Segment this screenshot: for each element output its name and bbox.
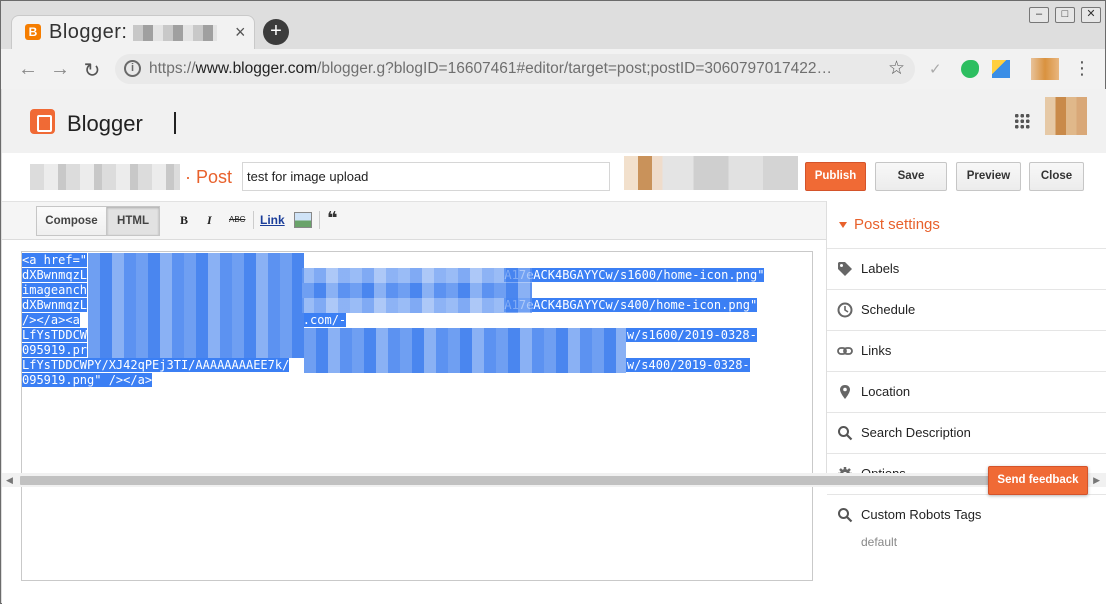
browser-tab[interactable]: B Blogger: × bbox=[11, 15, 255, 49]
text-caret bbox=[174, 112, 176, 134]
setting-label: Custom Robots Tags bbox=[861, 507, 982, 522]
maximize-button[interactable]: □ bbox=[1055, 7, 1075, 23]
code-line-tail: YCw/s1600/2019-0328- bbox=[612, 328, 757, 342]
app-name: Blogger bbox=[67, 111, 143, 136]
bold-button[interactable]: B bbox=[180, 213, 188, 228]
code-line: 095919.png" /></a> bbox=[22, 373, 153, 387]
close-button[interactable]: Close bbox=[1029, 162, 1084, 191]
compose-mode-button[interactable]: Compose bbox=[36, 206, 107, 236]
horizontal-scrollbar[interactable]: ◀ ▶ bbox=[2, 473, 1106, 487]
code-line: LfYsTDDCWPY/XJ42qPEj3TI/AAAAAAAAEE7k/ bbox=[22, 358, 290, 372]
reload-icon[interactable]: ↻ bbox=[81, 58, 103, 83]
robots-tags-value: default bbox=[861, 535, 898, 549]
setting-links[interactable]: Links bbox=[827, 331, 1106, 372]
setting-schedule[interactable]: Schedule bbox=[827, 290, 1106, 331]
forward-arrow-icon[interactable]: → bbox=[49, 58, 71, 81]
map-pin-icon bbox=[837, 384, 853, 400]
search-icon bbox=[837, 425, 853, 441]
link-button[interactable]: Link bbox=[260, 213, 285, 227]
setting-labels[interactable]: Labels bbox=[827, 249, 1106, 290]
publish-button[interactable]: Publish bbox=[805, 162, 866, 191]
link-icon bbox=[837, 343, 853, 359]
send-feedback-button[interactable]: Send feedback bbox=[988, 466, 1088, 495]
browser-toolbar: ← → ↻ i https://www.blogger.com/blogger.… bbox=[1, 49, 1105, 89]
browser-window: B Blogger: × + – □ ✕ ← → ↻ i https://www… bbox=[0, 0, 1106, 604]
new-tab-button[interactable]: + bbox=[263, 19, 289, 45]
setting-custom-robots-tags[interactable]: Custom Robots Tags bbox=[827, 495, 1106, 536]
clock-icon bbox=[837, 302, 853, 318]
bookmark-star-icon[interactable]: ☆ bbox=[888, 57, 905, 80]
address-bar[interactable]: i https://www.blogger.com/blogger.g?blog… bbox=[115, 54, 915, 84]
quote-icon[interactable]: ❝ bbox=[327, 208, 338, 229]
setting-location[interactable]: Location bbox=[827, 372, 1106, 413]
editor-toolbar: Compose HTML B I ABC Link ❝ bbox=[2, 202, 826, 240]
insert-image-icon[interactable] bbox=[294, 212, 312, 228]
preview-button[interactable]: Preview bbox=[956, 162, 1021, 191]
author-redacted bbox=[624, 156, 798, 190]
italic-button[interactable]: I bbox=[207, 213, 212, 228]
save-button[interactable]: Save bbox=[875, 162, 947, 191]
blogger-logo-icon[interactable] bbox=[30, 109, 55, 134]
post-label: · Post bbox=[185, 167, 233, 187]
account-avatar[interactable] bbox=[1045, 97, 1087, 135]
setting-search-description[interactable]: Search Description bbox=[827, 413, 1106, 454]
scrollbar-thumb[interactable] bbox=[20, 476, 1086, 485]
blogger-header: Blogger bbox=[2, 89, 1106, 153]
setting-label: Labels bbox=[861, 261, 900, 276]
html-mode-button[interactable]: HTML bbox=[106, 206, 160, 236]
setting-label: Schedule bbox=[861, 302, 916, 317]
back-arrow-icon[interactable]: ← bbox=[17, 58, 39, 81]
post-bar: · Post Publish Save Preview Close bbox=[2, 153, 1106, 201]
extension-check-icon[interactable]: ✓ bbox=[929, 60, 947, 78]
tab-close-icon[interactable]: × bbox=[235, 22, 246, 43]
post-settings-sidebar: Post settings Labels Schedule Links Locatio… bbox=[826, 201, 1106, 549]
browser-menu-icon[interactable]: ⋮ bbox=[1071, 58, 1093, 79]
profile-avatar-icon[interactable] bbox=[1031, 58, 1059, 80]
setting-label: Location bbox=[861, 384, 911, 399]
scroll-right-icon[interactable]: ▶ bbox=[1093, 475, 1100, 486]
window-close-button[interactable]: ✕ bbox=[1081, 7, 1101, 23]
code-line-tail: A17eACK4BGAYYCw/s1600/home-icon.png" bbox=[504, 268, 765, 282]
html-code-textarea[interactable]: <a href=" dXBwnmqzL A17eACK4BGAYYCw/s1600/… bbox=[21, 251, 813, 581]
evernote-icon[interactable] bbox=[961, 60, 979, 78]
tab-title-redacted bbox=[133, 25, 217, 41]
blogger-page: Blogger · Post Publish Save Preview Clos… bbox=[2, 89, 1106, 604]
code-line-tail: .com/- bbox=[302, 313, 347, 327]
collapse-triangle-icon bbox=[839, 222, 847, 228]
search-icon bbox=[837, 507, 853, 523]
apps-grid-icon[interactable] bbox=[1014, 113, 1030, 129]
strikethrough-button[interactable]: ABC bbox=[229, 215, 245, 224]
post-title-input[interactable] bbox=[242, 162, 610, 191]
tab-strip: B Blogger: × + – □ ✕ bbox=[1, 1, 1105, 49]
blog-name-redacted[interactable] bbox=[30, 164, 180, 190]
blogger-favicon-icon: B bbox=[25, 24, 41, 40]
post-editor: Compose HTML B I ABC Link ❝ <a href=" dXB… bbox=[2, 201, 826, 604]
minimize-button[interactable]: – bbox=[1029, 7, 1049, 23]
setting-label: Search Description bbox=[861, 425, 971, 440]
post-settings-header[interactable]: Post settings bbox=[827, 201, 1106, 249]
code-line-tail: YCw/s400/2019-0328- bbox=[612, 358, 750, 372]
post-settings-title: Post settings bbox=[854, 216, 940, 233]
setting-label: Links bbox=[861, 343, 892, 358]
info-icon[interactable]: i bbox=[124, 60, 141, 77]
extension-icon[interactable] bbox=[992, 60, 1010, 78]
url-text[interactable]: https://www.blogger.com/blogger.g?blogID… bbox=[149, 60, 832, 78]
tab-title: Blogger: bbox=[49, 21, 128, 43]
scroll-left-icon[interactable]: ◀ bbox=[6, 475, 13, 486]
code-line-tail: A17eACK4BGAYYCw/s400/home-icon.png" bbox=[504, 298, 758, 312]
tag-icon bbox=[837, 261, 853, 277]
